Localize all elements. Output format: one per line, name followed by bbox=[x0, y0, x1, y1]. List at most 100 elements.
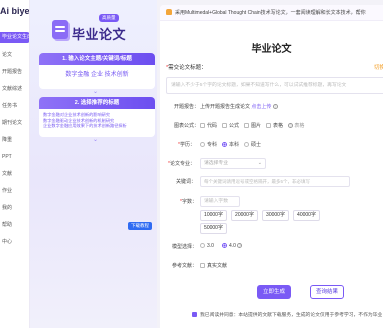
option-label: 本科 bbox=[229, 142, 240, 148]
wordcount-label: *字数： bbox=[180, 198, 197, 205]
wordcount-label-text: 字数： bbox=[181, 199, 197, 205]
model-option-4[interactable]: 4.0 ? bbox=[222, 243, 243, 249]
promo-panel: 高质量 毕业论文 1. 输入论文主题/关键词/标题 数字金融 企业 技术创新 ⌄… bbox=[30, 0, 157, 328]
sidebar-item-ppt[interactable]: PPT bbox=[0, 152, 29, 163]
chevron-down-icon: ⌄ bbox=[93, 137, 99, 143]
document-icon bbox=[52, 20, 68, 39]
wordcount-option[interactable]: 20000字 bbox=[231, 210, 258, 221]
wordcount-option[interactable]: 40000字 bbox=[293, 210, 320, 221]
radio-button[interactable] bbox=[222, 142, 227, 147]
step-2-card: 2. 选择推荐的标题 数字金融对企业技术创新的影响研究 数字金融驱动企业技术创新… bbox=[39, 97, 155, 137]
checkbox[interactable] bbox=[244, 123, 249, 128]
sidebar-item-10[interactable]: 我的 bbox=[0, 203, 29, 214]
sidebar-item-11[interactable]: 帮助 bbox=[0, 220, 29, 231]
report-text: 上传开题报告生成论文 bbox=[200, 104, 251, 110]
chart-option-table[interactable]: 表格 bbox=[266, 122, 283, 129]
step-1-example: 数字金融 企业 技术创新 bbox=[65, 72, 129, 78]
report-upload-row: 上传开题报告生成论文 点击上传 ? bbox=[200, 103, 278, 110]
model-label: 模型选择： bbox=[172, 244, 198, 250]
option-label: 3.0 bbox=[207, 243, 214, 249]
notice-text: 采用Multimedal+Global Thought Chain技术写论文，一… bbox=[175, 10, 366, 16]
option-label: 表格 bbox=[294, 123, 305, 129]
app-logo: Ai biye bbox=[0, 6, 30, 16]
notice-bar: 采用Multimedal+Global Thought Chain技术写论文，一… bbox=[160, 5, 383, 21]
education-option-bachelor[interactable]: 本科 bbox=[222, 141, 239, 148]
wordcount-option[interactable]: 30000字 bbox=[262, 210, 289, 221]
title-input[interactable]: 请输入不少于5个字的论文标题，如果不知道写什么，可以试试推荐标题，再写论文 bbox=[166, 77, 383, 94]
agreement-text: 我已阅读并同意：本站提供的文献下载服务，生成的论文仅用于参考学习，不作为毕业 bbox=[200, 313, 383, 318]
checkbox[interactable] bbox=[266, 123, 271, 128]
sidebar: Ai biye 毕业论文生成 论文 开题报告 文献综述 任务书 期刊论文 降重 … bbox=[0, 0, 30, 328]
radio-button[interactable] bbox=[200, 243, 205, 248]
education-label-text: 学历： bbox=[179, 142, 195, 148]
query-result-button[interactable]: 查询结果 bbox=[310, 285, 344, 299]
sidebar-item-8[interactable]: 文献 bbox=[0, 169, 29, 180]
quality-badge: 高质量 bbox=[99, 14, 119, 22]
chart-label: 图表公式： bbox=[174, 123, 200, 129]
sidebar-item-1[interactable]: 论文 bbox=[0, 50, 29, 61]
upload-link[interactable]: 点击上传 bbox=[251, 104, 271, 110]
sidebar-item-5[interactable]: 期刊论文 bbox=[0, 118, 29, 129]
major-select[interactable]: 请选择专业 ⌄ bbox=[200, 158, 266, 169]
agreement-row: 我已阅读并同意：本站提供的文献下载服务，生成的论文仅用于参考学习，不作为毕业 bbox=[192, 311, 382, 318]
major-placeholder: 请选择专业 bbox=[204, 161, 228, 166]
step-2-heading: 2. 选择推荐的标题 bbox=[39, 97, 155, 109]
wordcount-input[interactable]: 请输入字数 bbox=[200, 196, 240, 207]
radio-button[interactable] bbox=[222, 243, 227, 248]
wordcount-option[interactable]: 10000字 bbox=[200, 210, 227, 221]
step-2-list: 数字金融对企业技术创新的影响研究 数字金融驱动企业技术创新的机制研究 企业数字金… bbox=[39, 109, 155, 132]
sidebar-item-4[interactable]: 任务书 bbox=[0, 101, 29, 112]
education-option-master[interactable]: 硕士 bbox=[244, 141, 261, 148]
promo-title: 毕业论文 bbox=[72, 27, 127, 42]
option-label: 真实文献 bbox=[207, 263, 228, 269]
keywords-input[interactable]: 每个关键词请用逗号或空格隔开，最多5个，非必填写 bbox=[200, 176, 350, 187]
chart-option-formula[interactable]: 公式 bbox=[222, 122, 239, 129]
option-label: 公式 bbox=[229, 123, 240, 129]
generate-button[interactable]: 立即生成 bbox=[257, 285, 291, 299]
bell-icon bbox=[166, 9, 172, 15]
switch-link[interactable]: 切换 bbox=[374, 63, 383, 71]
form-title: 毕业论文 bbox=[251, 44, 292, 55]
sidebar-item-12[interactable]: 中心 bbox=[0, 237, 29, 248]
chart-option-extra[interactable]: ? 表格 bbox=[288, 122, 304, 129]
step-1-heading: 1. 输入论文主题/关键词/标题 bbox=[39, 53, 155, 65]
model-option-3[interactable]: 3.0 bbox=[200, 243, 214, 249]
sidebar-item-6[interactable]: 降重 bbox=[0, 135, 29, 146]
chevron-down-icon: ⌄ bbox=[257, 160, 262, 166]
help-icon[interactable]: ? bbox=[272, 104, 278, 109]
references-option-real[interactable]: 真实文献 bbox=[200, 262, 227, 269]
chevron-down-icon: ⌄ bbox=[93, 89, 99, 95]
checkbox[interactable] bbox=[200, 123, 205, 128]
title-label-text: 需交论文标题： bbox=[168, 65, 207, 71]
option-label: 代码 bbox=[207, 123, 218, 129]
help-icon[interactable]: ? bbox=[237, 243, 243, 248]
references-label: 参考文献： bbox=[172, 263, 198, 269]
help-icon[interactable]: ? bbox=[288, 123, 293, 128]
sidebar-item-2[interactable]: 开题报告 bbox=[0, 67, 29, 78]
chart-option-image[interactable]: 图片 bbox=[244, 122, 261, 129]
option-label: 专科 bbox=[207, 142, 218, 148]
wordcount-option[interactable]: 50000字 bbox=[200, 223, 227, 234]
radio-button[interactable] bbox=[200, 142, 205, 147]
major-label-text: 论文专业： bbox=[169, 161, 195, 167]
checkbox[interactable] bbox=[222, 123, 227, 128]
option-label: 4.0 bbox=[229, 243, 236, 249]
title-field-label: *需交论文标题： bbox=[166, 63, 207, 71]
radio-button[interactable] bbox=[244, 142, 249, 147]
education-option-college[interactable]: 专科 bbox=[200, 141, 217, 148]
report-label: 开题报告： bbox=[174, 104, 200, 110]
download-tutorial-button[interactable]: 下载教程 bbox=[128, 222, 152, 230]
agreement-checkbox[interactable] bbox=[192, 312, 197, 317]
promo-header: 高质量 毕业论文 bbox=[52, 14, 142, 44]
major-label: *论文专业： bbox=[168, 160, 195, 167]
chart-option-code[interactable]: 代码 bbox=[200, 122, 217, 129]
option-label: 图片 bbox=[251, 123, 262, 129]
main-panel: 采用Multimedal+Global Thought Chain技术写论文，一… bbox=[160, 5, 383, 328]
keywords-label: 关键词： bbox=[176, 179, 197, 185]
option-label: 表格 bbox=[273, 123, 284, 129]
checkbox[interactable] bbox=[200, 263, 205, 268]
sidebar-item-9[interactable]: 作业 bbox=[0, 186, 29, 197]
sidebar-item-3[interactable]: 文献综述 bbox=[0, 84, 29, 95]
sidebar-item-thesis[interactable]: 毕业论文生成 bbox=[0, 32, 29, 43]
option-label: 硕士 bbox=[251, 142, 262, 148]
